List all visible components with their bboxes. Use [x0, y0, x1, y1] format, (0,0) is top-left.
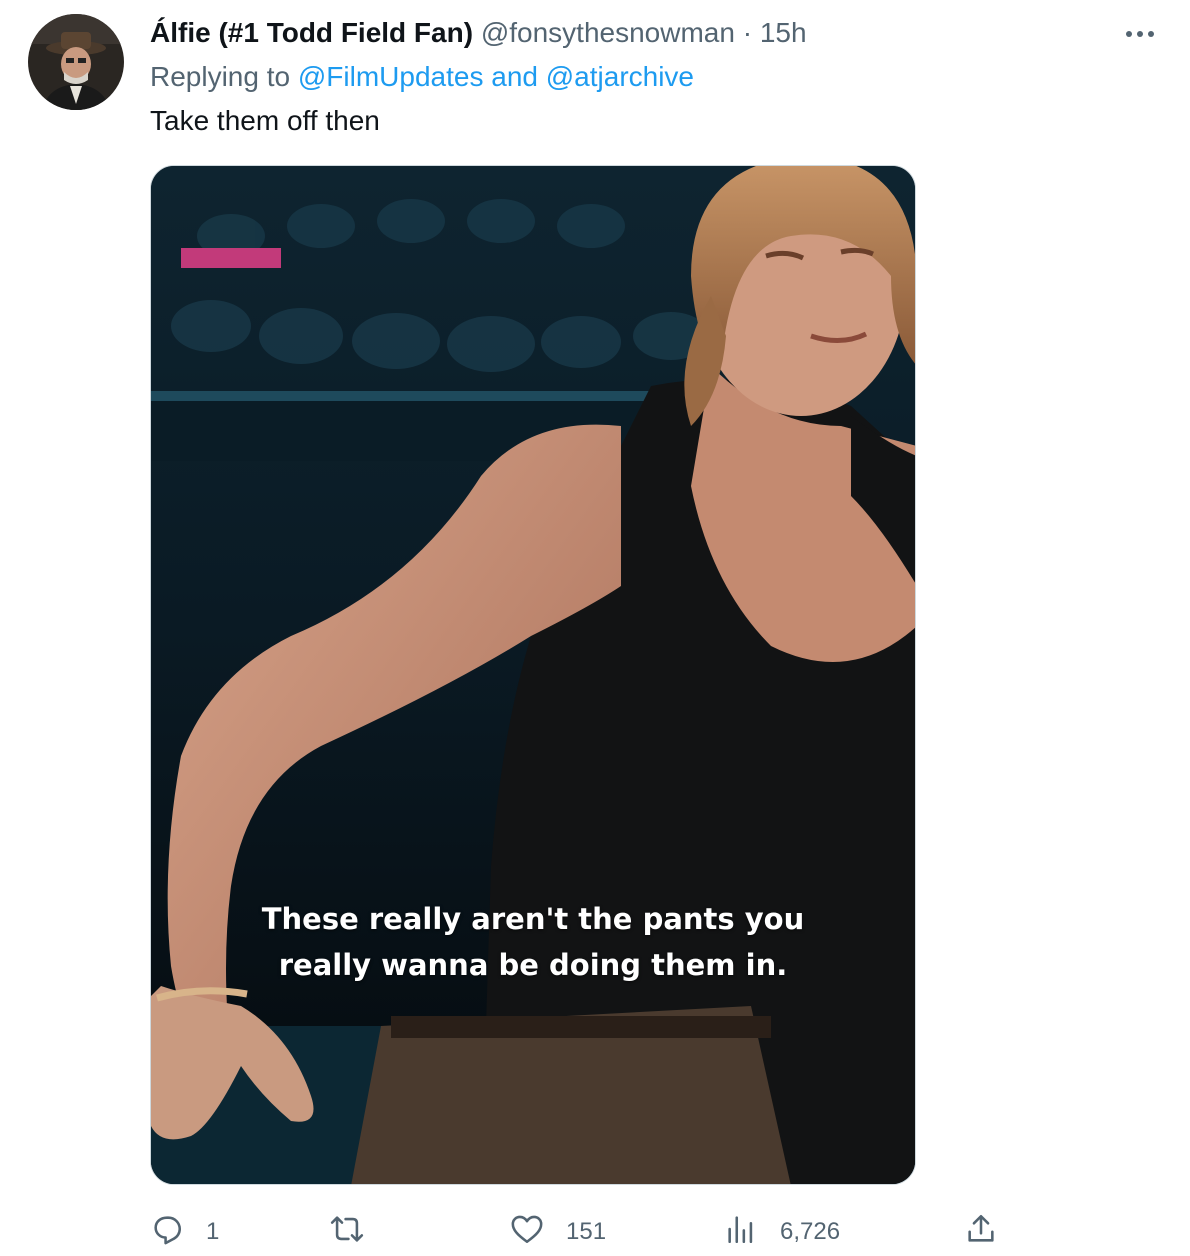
mention-joiner: and: [491, 61, 538, 92]
views-icon: [724, 1212, 758, 1253]
reply-button[interactable]: 1: [150, 1208, 219, 1256]
replying-to-line: Replying to @FilmUpdates and @atjarchive: [150, 58, 694, 96]
mention-link[interactable]: @FilmUpdates: [298, 61, 484, 92]
reply-icon: [150, 1212, 184, 1253]
views-count: 6,726: [780, 1218, 841, 1245]
caption-line: really wanna be doing them in.: [278, 948, 788, 982]
like-button[interactable]: 151: [510, 1208, 606, 1256]
reply-count: 1: [206, 1218, 220, 1245]
heart-icon: [510, 1212, 544, 1253]
separator-dot: ·: [742, 17, 753, 48]
caption-line: These really aren't the pants you: [261, 902, 805, 936]
share-icon: [964, 1212, 998, 1253]
tweet-media[interactable]: These really aren't the pants you really…: [150, 165, 916, 1185]
display-name[interactable]: Álfie (#1 Todd Field Fan): [150, 17, 473, 48]
like-count: 151: [566, 1218, 607, 1245]
user-handle[interactable]: @fonsythesnowman: [481, 17, 735, 48]
tweet-text: Take them off then: [150, 105, 380, 136]
media-image: [151, 166, 915, 1184]
timestamp[interactable]: 15h: [760, 17, 807, 48]
tweet-header: Álfie (#1 Todd Field Fan) @fonsythesnowm…: [150, 14, 807, 52]
action-bar: 1 151 6,726: [150, 1208, 1010, 1256]
mention-link[interactable]: @atjarchive: [546, 61, 694, 92]
replying-to-label: Replying to: [150, 61, 291, 92]
avatar-image: [28, 14, 124, 110]
retweet-button[interactable]: [330, 1208, 386, 1256]
views-button[interactable]: 6,726: [724, 1208, 840, 1256]
retweet-icon: [330, 1212, 364, 1253]
avatar[interactable]: [28, 14, 124, 110]
more-options-icon[interactable]: [1120, 14, 1160, 54]
share-button[interactable]: [964, 1208, 998, 1256]
video-caption: These really aren't the pants you really…: [151, 896, 915, 988]
